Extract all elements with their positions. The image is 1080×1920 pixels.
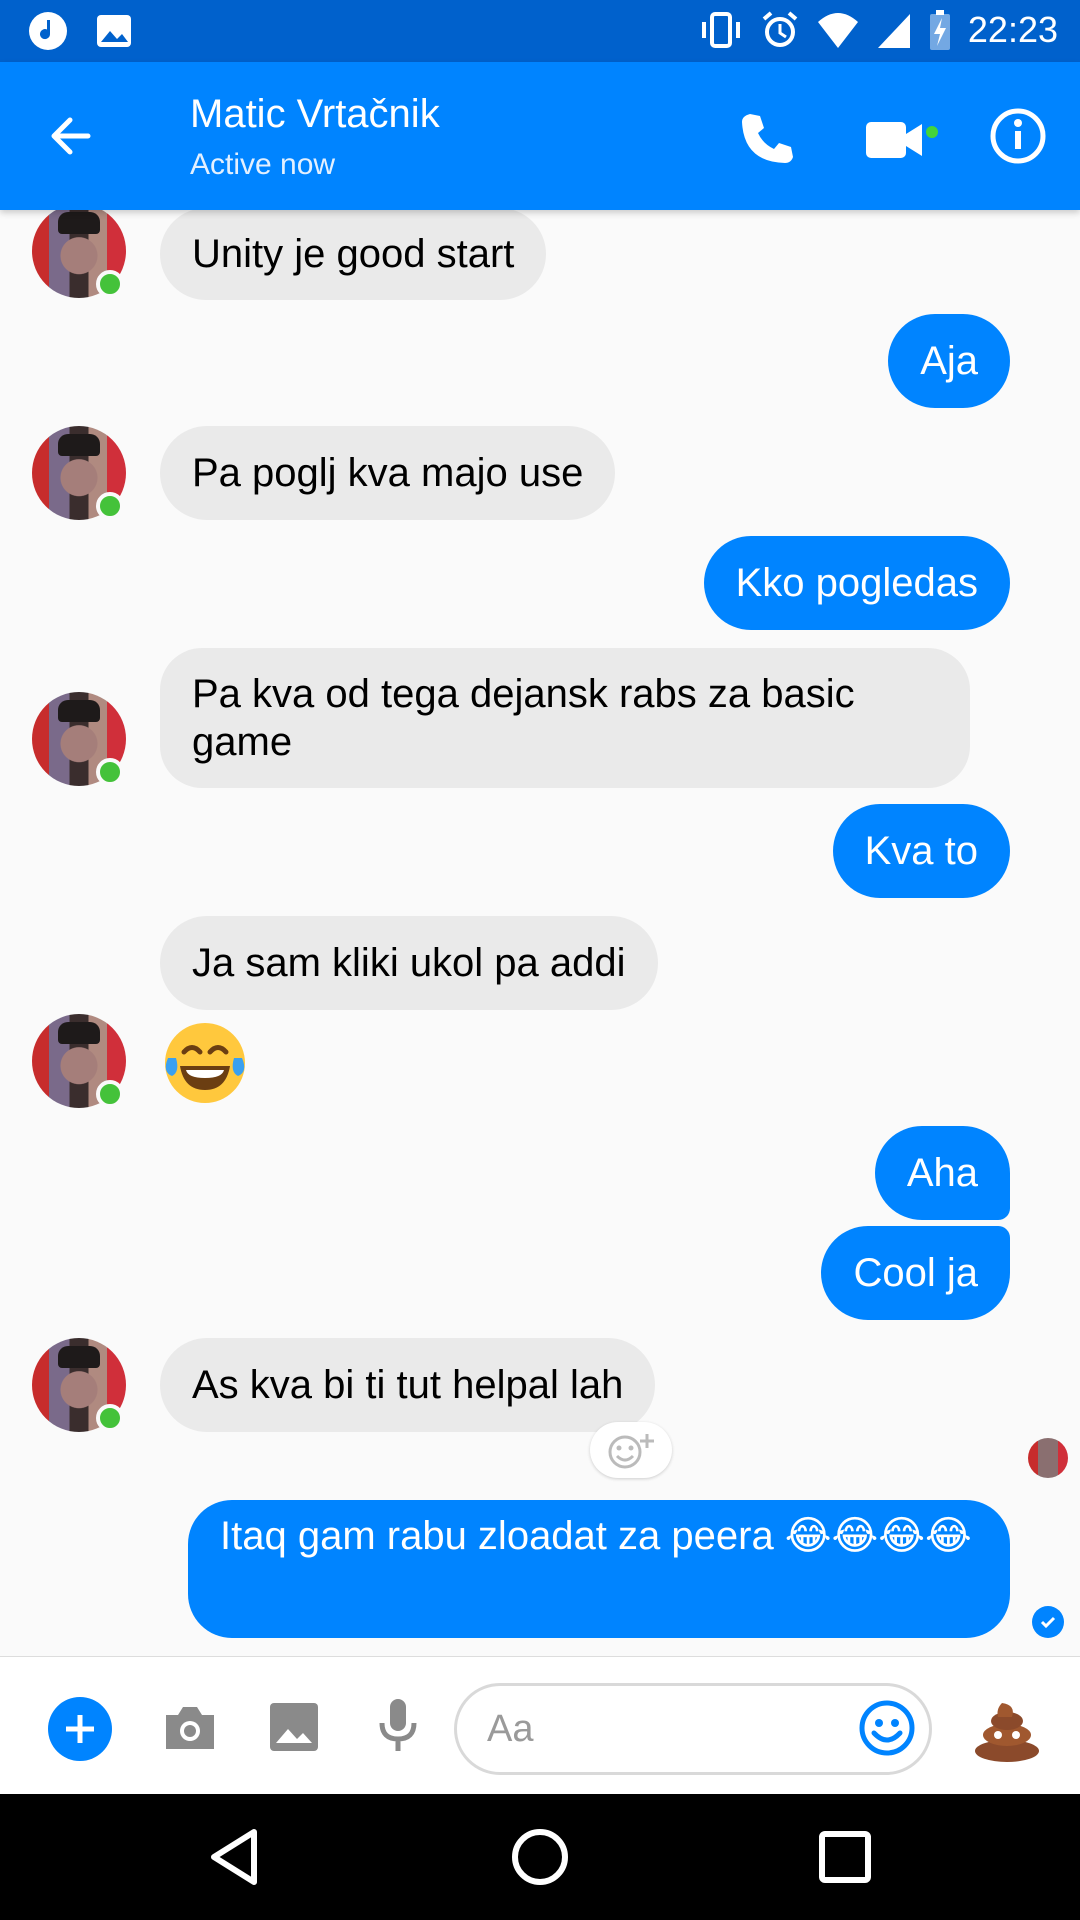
outgoing-message[interactable]: Cool ja [821, 1226, 1010, 1320]
add-reaction-button[interactable] [590, 1422, 672, 1478]
outgoing-message[interactable]: Kko pogledas [703, 536, 1010, 630]
conversation-header: Matic Vrtačnik Active now [0, 62, 1080, 210]
back-icon[interactable] [44, 108, 100, 164]
online-indicator [96, 1080, 124, 1108]
emoji-icon[interactable] [858, 1699, 916, 1757]
video-camera-icon[interactable] [862, 112, 942, 168]
phone-icon[interactable] [736, 108, 796, 168]
seen-by-avatar [1028, 1438, 1068, 1478]
online-indicator [96, 758, 124, 786]
incoming-message[interactable]: Ja sam kliki ukol pa addi [160, 916, 658, 1010]
sent-check-icon [1032, 1606, 1064, 1638]
info-icon[interactable] [988, 106, 1048, 166]
outgoing-message[interactable]: Itaq gam rabu zloadat za peera 😂😂😂😂 [188, 1500, 1010, 1638]
clock-time: 22:23 [967, 9, 1058, 50]
cell-signal-icon [877, 14, 910, 48]
online-indicator [96, 1404, 124, 1432]
online-indicator [96, 270, 124, 298]
vibrate-icon [701, 12, 740, 48]
music-note-icon [29, 12, 67, 50]
gallery-icon[interactable] [268, 1701, 320, 1753]
nav-home-icon[interactable] [507, 1824, 573, 1890]
outgoing-message[interactable]: Kva to [832, 804, 1010, 898]
system-navigation-bar [0, 1794, 1080, 1920]
outgoing-message[interactable]: Aha [874, 1126, 1010, 1220]
incoming-message[interactable]: Pa kva od tega dejansk rabs za basic gam… [160, 648, 970, 788]
contact-status: Active now [190, 148, 336, 181]
tears-of-joy-emoji[interactable] [160, 1018, 250, 1108]
outgoing-message[interactable]: Aja [888, 314, 1010, 408]
contact-name[interactable]: Matic Vrtačnik [190, 92, 440, 137]
nav-back-icon[interactable] [202, 1824, 268, 1890]
poop-emoji-icon[interactable] [972, 1697, 1042, 1763]
incoming-message[interactable]: As kva bi ti tut helpal lah [160, 1338, 656, 1432]
wifi-icon [817, 13, 858, 48]
alarm-icon [762, 11, 798, 47]
message-composer [0, 1656, 1080, 1794]
plus-icon[interactable] [48, 1697, 112, 1761]
status-bar: 22:23 [0, 0, 1080, 62]
nav-recents-icon[interactable] [812, 1824, 878, 1890]
incoming-message[interactable]: Unity je good start [160, 210, 547, 300]
battery-charging-icon [929, 10, 950, 50]
add-reaction-icon [608, 1434, 654, 1469]
online-indicator [96, 492, 124, 520]
camera-icon[interactable] [162, 1701, 218, 1753]
message-list[interactable]: Unity je good start Aja Pa poglj kva maj… [0, 210, 1080, 1656]
image-icon [97, 15, 131, 47]
incoming-message[interactable]: Pa poglj kva majo use [160, 426, 616, 520]
microphone-icon[interactable] [376, 1697, 420, 1757]
